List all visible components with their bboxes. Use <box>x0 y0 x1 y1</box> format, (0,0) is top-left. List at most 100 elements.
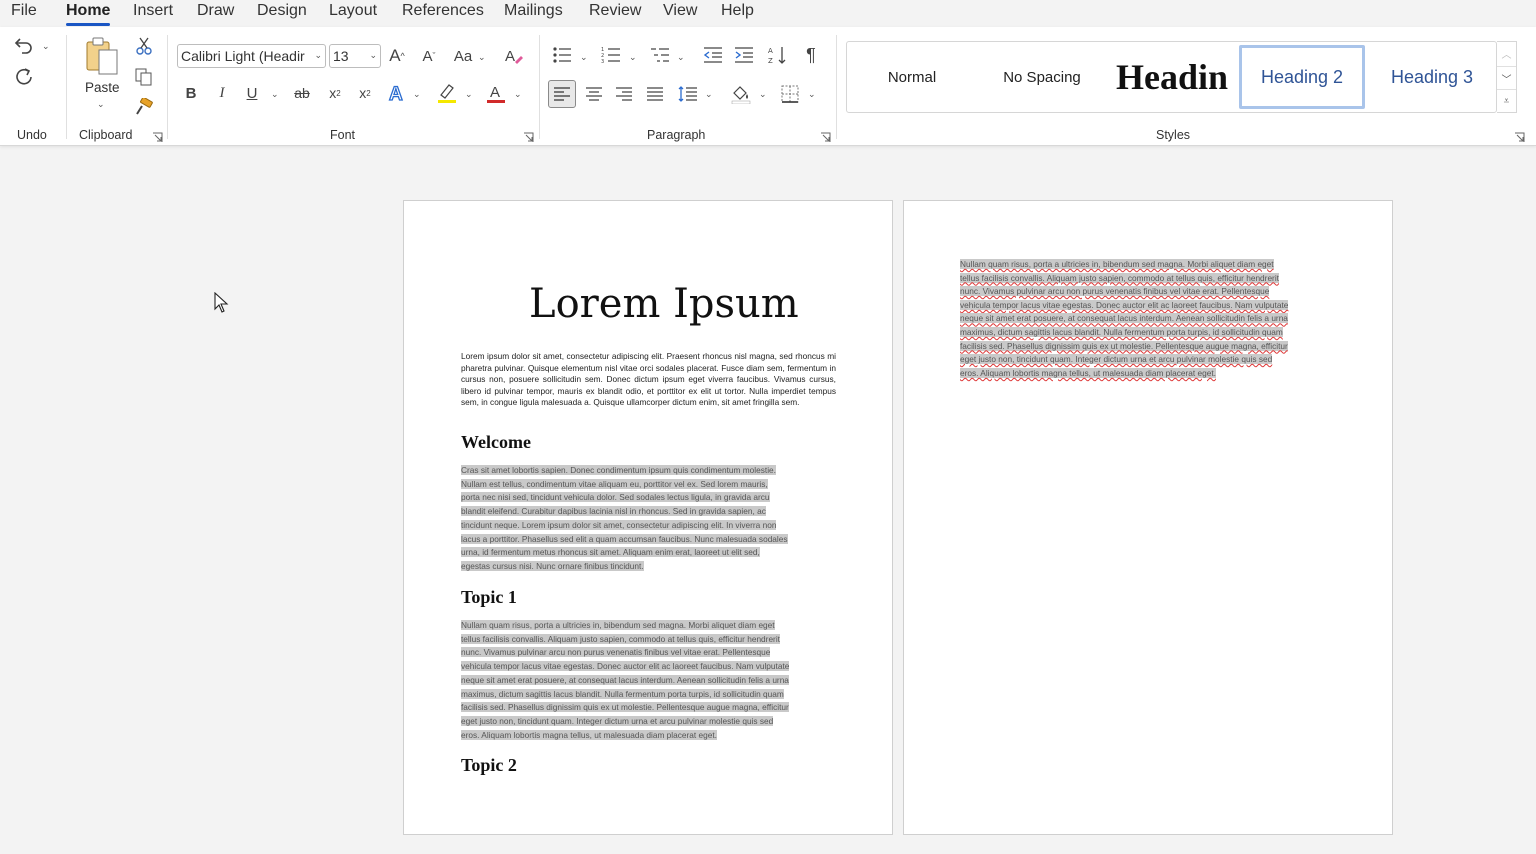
shrink-font-icon[interactable]: Aˇ <box>418 44 440 68</box>
heading-topic-2[interactable]: Topic 2 <box>461 755 517 776</box>
menu-draw[interactable]: Draw <box>197 0 234 26</box>
clipboard-launcher-icon[interactable] <box>152 130 163 142</box>
styles-gallery: Normal No Spacing Headin Heading 2 Headi… <box>846 41 1497 113</box>
selected-text: lacus a porttitor. Phasellus sed elit a … <box>461 533 788 544</box>
paste-label[interactable]: Paste <box>85 80 120 95</box>
paragraph-launcher-icon[interactable] <box>820 130 831 142</box>
borders-icon[interactable] <box>778 82 802 106</box>
chevron-down-icon: ⌄ <box>369 50 377 60</box>
selected-text: Nullam quam risus, porta a ultricies in,… <box>461 620 775 630</box>
text-effects-dropdown-icon[interactable]: ⌄ <box>413 89 421 100</box>
menu-references[interactable]: References <box>402 0 484 26</box>
heading-welcome[interactable]: Welcome <box>461 432 531 453</box>
font-name-combo[interactable]: Calibri Light (Headir ⌄ <box>177 44 326 68</box>
paste-dropdown-icon[interactable]: ⌄ <box>97 99 105 110</box>
welcome-paragraph[interactable]: Cras sit amet lobortis sapien. Donec con… <box>461 464 841 574</box>
text-line: facilisis sed. Phasellus dignissim quis … <box>960 340 1360 354</box>
bullets-icon[interactable] <box>550 44 574 66</box>
bullets-dropdown-icon[interactable]: ⌄ <box>580 52 588 63</box>
selected-text: tellus facilisis convallis. Aliquam just… <box>461 633 780 644</box>
style-heading-2[interactable]: Heading 2 <box>1239 45 1365 109</box>
format-painter-icon[interactable] <box>134 97 154 117</box>
intro-paragraph[interactable]: Lorem ipsum dolor sit amet, consectetur … <box>461 351 836 409</box>
style-heading-1[interactable]: Headin <box>1108 42 1236 112</box>
style-normal[interactable]: Normal <box>848 42 976 112</box>
text-effects-icon[interactable]: A <box>385 81 409 105</box>
multilevel-list-icon[interactable] <box>648 44 672 66</box>
ribbon: ⌄ Undo Paste ⌄ Clipboard Calibri Light (… <box>0 27 1536 146</box>
selected-text: nunc. Vivamus pulvinar arcu non purus ve… <box>461 647 771 658</box>
borders-dropdown-icon[interactable]: ⌄ <box>808 89 816 100</box>
change-case-dropdown-icon[interactable]: ⌄ <box>478 52 486 63</box>
text-line: tellus facilisis convallis. Aliquam just… <box>461 633 841 647</box>
shading-icon[interactable] <box>729 82 753 106</box>
multilevel-dropdown-icon[interactable]: ⌄ <box>677 52 685 63</box>
document-title[interactable]: Lorem Ipsum <box>529 281 799 327</box>
style-no-spacing[interactable]: No Spacing <box>978 42 1106 112</box>
topic-1-paragraph[interactable]: Nullam quam risus, porta a ultricies in,… <box>461 619 841 742</box>
underline-dropdown-icon[interactable]: ⌄ <box>271 89 279 100</box>
align-center-icon[interactable] <box>582 82 606 106</box>
selected-text: eros. Aliquam lobortis magna tellus, ut … <box>960 367 1216 378</box>
sort-icon[interactable]: AZ <box>765 44 789 66</box>
menu-view[interactable]: View <box>663 0 697 26</box>
increase-indent-icon[interactable] <box>732 44 756 66</box>
cut-icon[interactable] <box>134 36 154 56</box>
align-right-icon[interactable] <box>612 82 636 106</box>
text-line: Nullam quam risus, porta a ultricies in,… <box>960 258 1360 272</box>
bold-icon[interactable]: B <box>181 82 201 104</box>
numbering-icon[interactable]: 123 <box>599 44 623 66</box>
styles-group-label: Styles <box>1156 128 1191 142</box>
highlight-color-icon[interactable] <box>435 81 459 105</box>
style-heading-3[interactable]: Heading 3 <box>1368 42 1496 112</box>
change-case-icon[interactable]: Aa <box>450 44 476 68</box>
menu-help[interactable]: Help <box>721 0 754 26</box>
font-size-value: 13 <box>333 48 349 64</box>
text-line: maximus, dictum sagittis lacus blandit. … <box>960 326 1360 340</box>
clear-formatting-icon[interactable]: A <box>502 44 526 68</box>
subscript-icon[interactable]: x2 <box>324 82 346 104</box>
font-color-dropdown-icon[interactable]: ⌄ <box>514 89 522 100</box>
chevron-down-icon[interactable]: ﹀ <box>1497 66 1516 89</box>
document-page-1[interactable]: Lorem Ipsum Lorem ipsum dolor sit amet, … <box>403 200 893 835</box>
superscript-icon[interactable]: x2 <box>354 82 376 104</box>
styles-launcher-icon[interactable] <box>1514 130 1525 142</box>
document-page-2[interactable]: Nullam quam risus, porta a ultricies in,… <box>903 200 1393 835</box>
copy-icon[interactable] <box>134 67 154 87</box>
menu-file[interactable]: File <box>11 0 37 26</box>
paste-icon[interactable] <box>84 35 120 77</box>
heading-topic-1[interactable]: Topic 1 <box>461 587 517 608</box>
menu-design[interactable]: Design <box>257 0 307 26</box>
undo-dropdown-icon[interactable]: ⌄ <box>42 41 50 52</box>
align-left-icon[interactable] <box>548 80 576 108</box>
menu-insert[interactable]: Insert <box>133 0 173 26</box>
selected-text: vehicula tempor lacus vitae egestas. Don… <box>461 661 790 672</box>
undo-icon[interactable] <box>12 33 36 57</box>
text-line: tellus facilisis convallis. Aliquam just… <box>960 272 1360 286</box>
strikethrough-icon[interactable]: ab <box>290 82 314 104</box>
menu-review[interactable]: Review <box>589 0 641 26</box>
chevron-up-icon[interactable]: ︿ <box>1497 42 1516 65</box>
text-line: Nullam quam risus, porta a ultricies in,… <box>461 619 841 633</box>
font-launcher-icon[interactable] <box>523 130 534 142</box>
italic-icon[interactable]: I <box>212 82 232 104</box>
justify-icon[interactable] <box>643 82 667 106</box>
font-color-icon[interactable]: A <box>484 81 508 105</box>
show-formatting-icon[interactable]: ¶ <box>800 44 822 66</box>
shading-dropdown-icon[interactable]: ⌄ <box>759 89 767 100</box>
more-styles-icon[interactable]: ⩡ <box>1497 89 1516 112</box>
numbering-dropdown-icon[interactable]: ⌄ <box>629 52 637 63</box>
menu-layout[interactable]: Layout <box>329 0 377 26</box>
line-spacing-icon[interactable] <box>676 82 700 106</box>
highlight-dropdown-icon[interactable]: ⌄ <box>465 89 473 100</box>
line-spacing-dropdown-icon[interactable]: ⌄ <box>705 89 713 100</box>
decrease-indent-icon[interactable] <box>701 44 725 66</box>
text-line: eget justo non, tincidunt quam. Integer … <box>461 715 841 729</box>
page-2-paragraph[interactable]: Nullam quam risus, porta a ultricies in,… <box>960 258 1360 380</box>
underline-icon[interactable]: U <box>242 82 262 104</box>
menu-mailings[interactable]: Mailings <box>504 0 563 26</box>
menu-home[interactable]: Home <box>66 0 111 26</box>
grow-font-icon[interactable]: A ^ <box>386 44 408 68</box>
font-size-combo[interactable]: 13 ⌄ <box>329 44 381 68</box>
redo-icon[interactable] <box>12 65 36 89</box>
